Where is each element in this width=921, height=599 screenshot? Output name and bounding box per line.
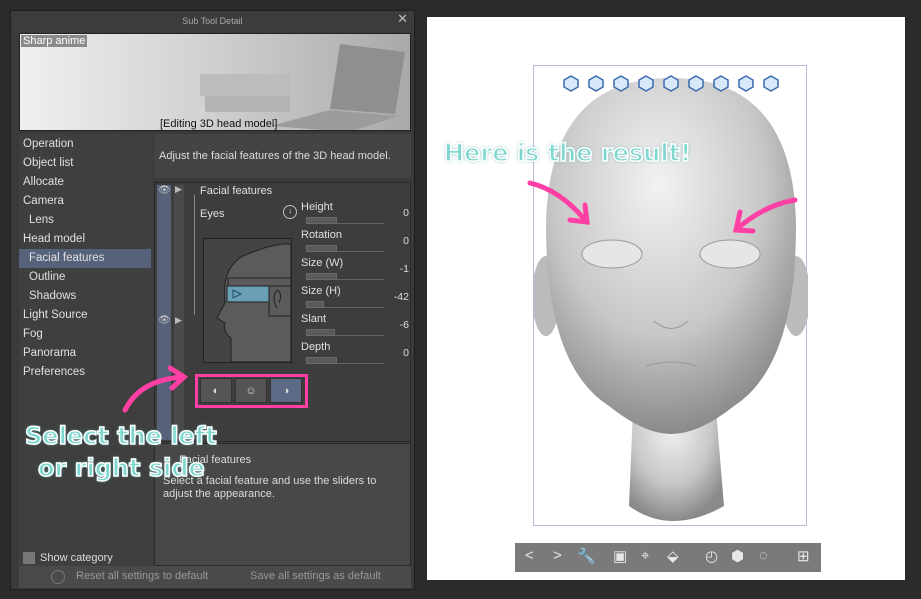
select-annotation-line2: or right side bbox=[37, 453, 205, 483]
arrow-to-right-eye bbox=[732, 197, 798, 234]
result-annotation: Here is the result! bbox=[443, 138, 692, 168]
annotation-arrows bbox=[122, 180, 798, 413]
arrow-to-side-buttons bbox=[122, 365, 189, 413]
arrow-to-left-eye bbox=[527, 180, 590, 225]
select-annotation-line1: Select the left bbox=[24, 421, 217, 451]
